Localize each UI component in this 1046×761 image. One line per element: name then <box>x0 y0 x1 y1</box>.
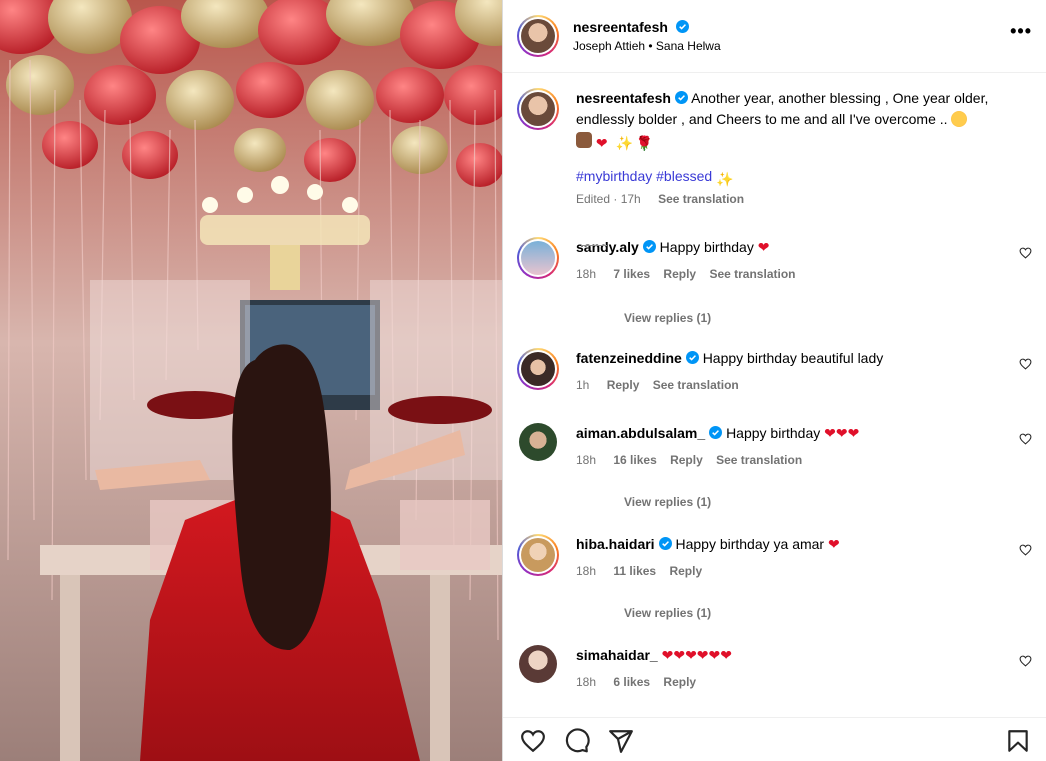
comment-likes[interactable]: 16 likes <box>613 453 656 467</box>
comment-icon[interactable] <box>564 728 590 754</box>
rose-emoji-icon: 🌹 <box>635 135 654 151</box>
view-replies-button[interactable]: View replies (1) <box>624 606 711 620</box>
like-comment-heart-icon[interactable] <box>1019 358 1032 370</box>
smiling-face-emoji-icon <box>951 111 968 127</box>
like-comment-heart-icon[interactable] <box>1019 247 1032 259</box>
commenter-avatar[interactable] <box>519 645 557 683</box>
action-bar <box>503 717 1046 761</box>
verified-icon <box>674 91 688 104</box>
see-translation-button[interactable]: See translation <box>709 267 795 281</box>
author-avatar[interactable] <box>517 15 559 57</box>
sparkles-emoji-icon: ✨ <box>716 171 734 187</box>
commenter-avatar[interactable] <box>519 423 557 461</box>
comment-likes[interactable]: 7 likes <box>613 267 650 281</box>
comment-text: Happy birthday beautiful lady <box>702 350 884 366</box>
author-username[interactable]: nesreentafesh <box>573 19 668 35</box>
comment-text: Happy birthday <box>659 239 754 255</box>
comments-list[interactable]: nesreentafesh Another year, another bles… <box>503 73 1046 717</box>
red-heart-emoji-icon: ❤ <box>595 135 608 151</box>
comment-text: Happy birthday ya amar <box>675 536 825 552</box>
share-icon[interactable] <box>608 728 634 754</box>
caption-username[interactable]: nesreentafesh <box>576 90 671 106</box>
red-heart-emoji-icon: ❤ <box>828 536 840 552</box>
caption-avatar[interactable] <box>517 88 559 130</box>
cake-emoji-icon <box>576 132 592 148</box>
reply-button[interactable]: Reply <box>670 453 703 467</box>
comment-time: 18h <box>576 675 597 689</box>
commenter-avatar[interactable] <box>517 534 559 576</box>
heart-icon[interactable] <box>520 728 546 754</box>
comment-time: 1h <box>576 378 590 392</box>
commenter-username[interactable]: fatenzeineddine <box>576 350 682 366</box>
see-translation-button[interactable]: See translation <box>716 453 802 467</box>
caption-time: Edited · 17h <box>576 192 641 206</box>
sparkles-emoji-icon: ✨ <box>615 135 634 151</box>
commenter-username[interactable]: aiman.abdulsalam_ <box>576 425 705 441</box>
commenter-username[interactable]: hiba.haidari <box>576 536 655 552</box>
verified-icon <box>685 351 699 364</box>
red-hearts-emoji-icon: ❤❤❤ <box>824 425 860 441</box>
reply-button[interactable]: Reply <box>669 564 702 578</box>
see-translation-button[interactable]: See translation <box>653 378 739 392</box>
reply-button[interactable]: Reply <box>607 378 640 392</box>
comment-time: 18h <box>576 453 597 467</box>
commenter-avatar[interactable] <box>517 348 559 390</box>
comment-likes[interactable]: 6 likes <box>613 675 650 689</box>
reply-button[interactable]: Reply <box>663 675 696 689</box>
post-media[interactable] <box>0 0 503 761</box>
post-header: nesreentafesh Joseph Attieh • Sana Helwa… <box>503 0 1046 73</box>
verified-icon <box>642 240 656 253</box>
verified-icon <box>675 20 689 33</box>
reply-button[interactable]: Reply <box>663 267 696 281</box>
comment-time: 18h <box>576 267 597 281</box>
post-photo <box>0 0 502 761</box>
view-replies-button[interactable]: View replies (1) <box>624 495 711 509</box>
replies-divider <box>581 245 607 246</box>
audio-credit[interactable]: Joseph Attieh • Sana Helwa <box>573 39 721 53</box>
verified-icon <box>709 426 723 439</box>
comment-time: 18h <box>576 564 597 578</box>
commenter-avatar[interactable] <box>517 237 559 279</box>
like-comment-heart-icon[interactable] <box>1019 544 1032 556</box>
more-options-icon[interactable]: ••• <box>1010 22 1032 40</box>
bookmark-icon[interactable] <box>1005 728 1031 754</box>
caption-see-translation[interactable]: See translation <box>658 192 744 206</box>
comment-likes[interactable]: 11 likes <box>613 564 656 578</box>
red-hearts-emoji-icon: ❤❤❤❤❤❤ <box>661 647 732 663</box>
commenter-username[interactable]: sandy.aly <box>576 239 639 255</box>
comment-text: Happy birthday <box>726 425 821 441</box>
post-side-panel: nesreentafesh Joseph Attieh • Sana Helwa… <box>503 0 1046 761</box>
view-replies-button[interactable]: View replies (1) <box>624 311 711 325</box>
verified-icon <box>658 537 672 550</box>
red-heart-emoji-icon: ❤ <box>757 239 770 255</box>
commenter-username[interactable]: simahaidar_ <box>576 647 658 663</box>
like-comment-heart-icon[interactable] <box>1019 655 1032 667</box>
like-comment-heart-icon[interactable] <box>1019 433 1032 445</box>
caption-hashtags[interactable]: #mybirthday #blessed <box>576 168 712 184</box>
